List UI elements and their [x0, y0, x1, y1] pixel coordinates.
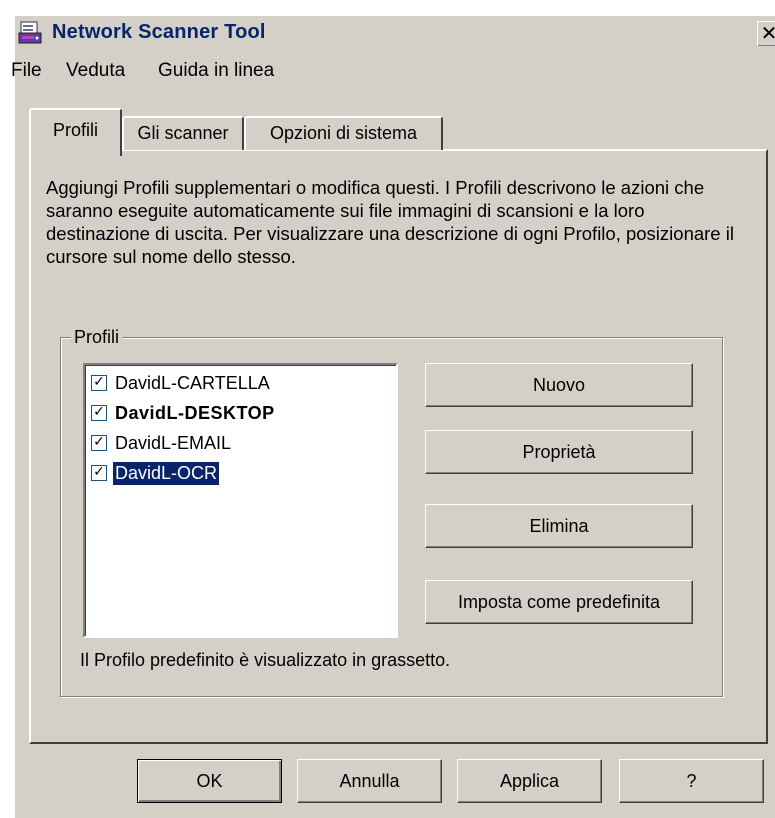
profile-label-default: DavidL-DESKTOP	[115, 402, 275, 423]
checkbox-ocr[interactable]: ✓	[91, 465, 107, 481]
properties-button[interactable]: Proprietà	[425, 430, 693, 474]
button-label: ?	[686, 770, 697, 791]
menu-guida-in-linea[interactable]: Guida in linea	[158, 60, 274, 82]
set-default-button[interactable]: Imposta come predefinita	[425, 580, 693, 624]
button-label: Applica	[499, 770, 560, 791]
list-item-selected[interactable]: ✓ DavidL-OCR	[91, 459, 221, 487]
new-profile-button[interactable]: Nuovo	[425, 363, 693, 407]
profiles-description: Aggiungi Profili supplementari o modific…	[46, 177, 734, 267]
close-button[interactable]: ✕	[757, 21, 775, 46]
tab-gli-scanner[interactable]: Gli scanner	[122, 116, 244, 150]
menu-bar: File Veduta Guida in linea	[11, 56, 775, 86]
button-label: Annulla	[339, 770, 400, 791]
profiles-list[interactable]: ✓ DavidL-CARTELLA ✓ DavidL-DESKTOP ✓ Dav…	[83, 363, 398, 638]
close-icon: ✕	[760, 21, 775, 45]
window-title: Network Scanner Tool	[52, 21, 266, 43]
button-label: Imposta come predefinita	[457, 591, 661, 612]
profile-label: DavidL-CARTELLA	[115, 372, 270, 393]
button-label: Proprietà	[522, 441, 596, 462]
list-item[interactable]: ✓ DavidL-DESKTOP	[91, 399, 277, 427]
profile-label: DavidL-EMAIL	[115, 432, 232, 453]
button-label: OK	[196, 770, 223, 791]
dialog-window: Network Scanner Tool ✕ File Veduta Guida…	[11, 16, 775, 818]
checkbox-email[interactable]: ✓	[91, 435, 107, 451]
checkbox-cartella[interactable]: ✓	[91, 375, 107, 391]
title-bar[interactable]: Network Scanner Tool ✕	[15, 16, 775, 50]
tab-opzioni-di-sistema[interactable]: Opzioni di sistema	[244, 116, 443, 150]
profile-label-selected: DavidL-OCR	[111, 460, 221, 486]
help-button[interactable]: ?	[619, 759, 764, 803]
tab-profili[interactable]: Profili	[29, 108, 122, 156]
menu-file[interactable]: File	[11, 60, 42, 82]
default-profile-hint: Il Profilo predefinito è visualizzato in…	[80, 650, 451, 670]
list-item[interactable]: ✓ DavidL-CARTELLA	[91, 369, 272, 397]
apply-button[interactable]: Applica	[457, 759, 602, 803]
delete-button[interactable]: Elimina	[425, 504, 693, 548]
button-label: Nuovo	[532, 374, 586, 395]
checkbox-desktop[interactable]: ✓	[91, 405, 107, 421]
menu-veduta[interactable]: Veduta	[66, 60, 125, 82]
button-label: Elimina	[529, 515, 589, 536]
scanner-app-icon	[18, 21, 42, 44]
groupbox-label: Profili	[71, 327, 123, 348]
ok-button[interactable]: OK	[137, 759, 282, 803]
cancel-button[interactable]: Annulla	[297, 759, 442, 803]
list-item[interactable]: ✓ DavidL-EMAIL	[91, 429, 233, 457]
